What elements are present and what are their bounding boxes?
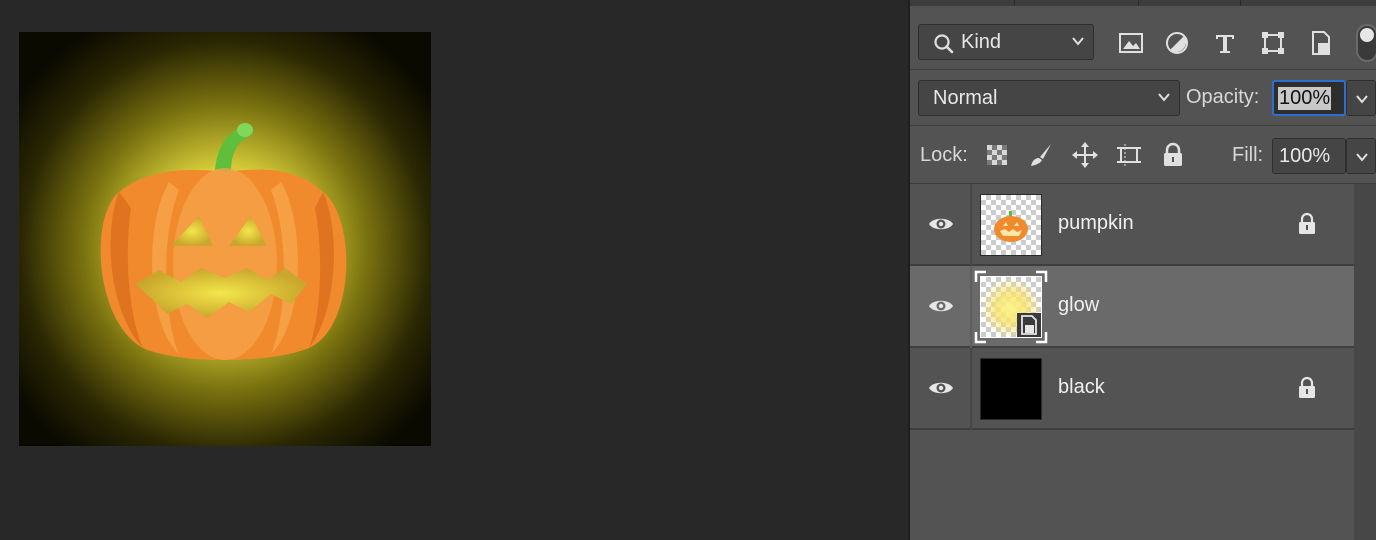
layers-scrollbar[interactable] [1354, 184, 1376, 540]
photoshop-window: Kind Normal Opacity: 100% Lock: Fill: 10… [0, 0, 1376, 540]
lock-position-icon[interactable] [1070, 140, 1100, 170]
pumpkin-thumbnail-image [994, 211, 1028, 242]
fill-slider-button[interactable] [1346, 138, 1376, 174]
layer-name[interactable]: pumpkin [1058, 212, 1134, 235]
type-filter-icon[interactable] [1210, 28, 1240, 58]
eye-visibility-icon[interactable] [928, 296, 954, 316]
selection-brackets [974, 270, 1048, 344]
chevron-down-icon [1356, 95, 1368, 104]
filter-kind-dropdown[interactable]: Kind [918, 24, 1094, 60]
jack-o-lantern-artwork [19, 32, 431, 446]
chevron-down-icon [1072, 37, 1084, 46]
fill-value: 100% [1279, 145, 1331, 167]
adjustment-filter-icon[interactable] [1162, 28, 1192, 58]
layers-panel: Kind Normal Opacity: 100% Lock: Fill: 10… [908, 0, 1376, 540]
lock-artboard-icon[interactable] [1114, 140, 1144, 170]
fill-label: Fill: [1232, 144, 1264, 166]
fill-input[interactable]: 100% [1272, 138, 1346, 174]
lock-all-icon[interactable] [1158, 140, 1188, 170]
tab-divider [1240, 0, 1241, 6]
opacity-value: 100% [1278, 87, 1332, 110]
lock-label: Lock: [920, 144, 968, 166]
layer-lock-icon [1299, 376, 1315, 398]
filter-toggle-switch[interactable] [1356, 24, 1376, 62]
layer-lock-icon [1299, 212, 1315, 234]
opacity-label: Opacity: [1186, 86, 1260, 108]
layer-row-black[interactable]: black [910, 348, 1354, 430]
lock-transparent-pixels-icon[interactable] [982, 140, 1012, 170]
document-artwork[interactable] [19, 32, 431, 446]
lock-fill-row: Lock: Fill: 100% [910, 126, 1376, 184]
layer-filter-row: Kind [910, 14, 1376, 70]
layer-name[interactable]: glow [1058, 294, 1099, 317]
layer-thumbnail-black[interactable] [980, 358, 1042, 420]
lock-image-pixels-icon[interactable] [1026, 140, 1056, 170]
layer-row-glow[interactable]: glow [910, 266, 1354, 348]
chevron-down-icon [1356, 153, 1368, 162]
chevron-down-icon [1158, 93, 1170, 102]
layers-list: pumpkin glow black [910, 184, 1354, 540]
blend-mode-value: Normal [933, 87, 998, 109]
document-canvas-area[interactable] [0, 0, 908, 540]
eye-visibility-icon[interactable] [928, 378, 954, 398]
layer-divider [970, 266, 972, 348]
eye-visibility-icon[interactable] [928, 214, 954, 234]
layer-thumbnail-pumpkin[interactable] [980, 194, 1042, 256]
opacity-input[interactable]: 100% [1272, 80, 1346, 116]
blend-mode-dropdown[interactable]: Normal [918, 80, 1180, 116]
blend-opacity-row: Normal Opacity: 100% [910, 70, 1376, 126]
image-filter-icon[interactable] [1116, 28, 1146, 58]
shape-filter-icon[interactable] [1258, 28, 1288, 58]
panel-tab-strip [910, 0, 1376, 6]
layer-row-pumpkin[interactable]: pumpkin [910, 184, 1354, 266]
smart-object-filter-icon[interactable] [1306, 28, 1336, 58]
tab-divider [1138, 0, 1139, 6]
tab-divider [1014, 0, 1015, 6]
search-icon [934, 34, 954, 54]
opacity-slider-button[interactable] [1346, 80, 1376, 116]
layer-divider [970, 184, 972, 266]
layer-name[interactable]: black [1058, 376, 1105, 399]
filter-kind-label: Kind [961, 31, 1002, 53]
layer-divider [970, 348, 972, 430]
